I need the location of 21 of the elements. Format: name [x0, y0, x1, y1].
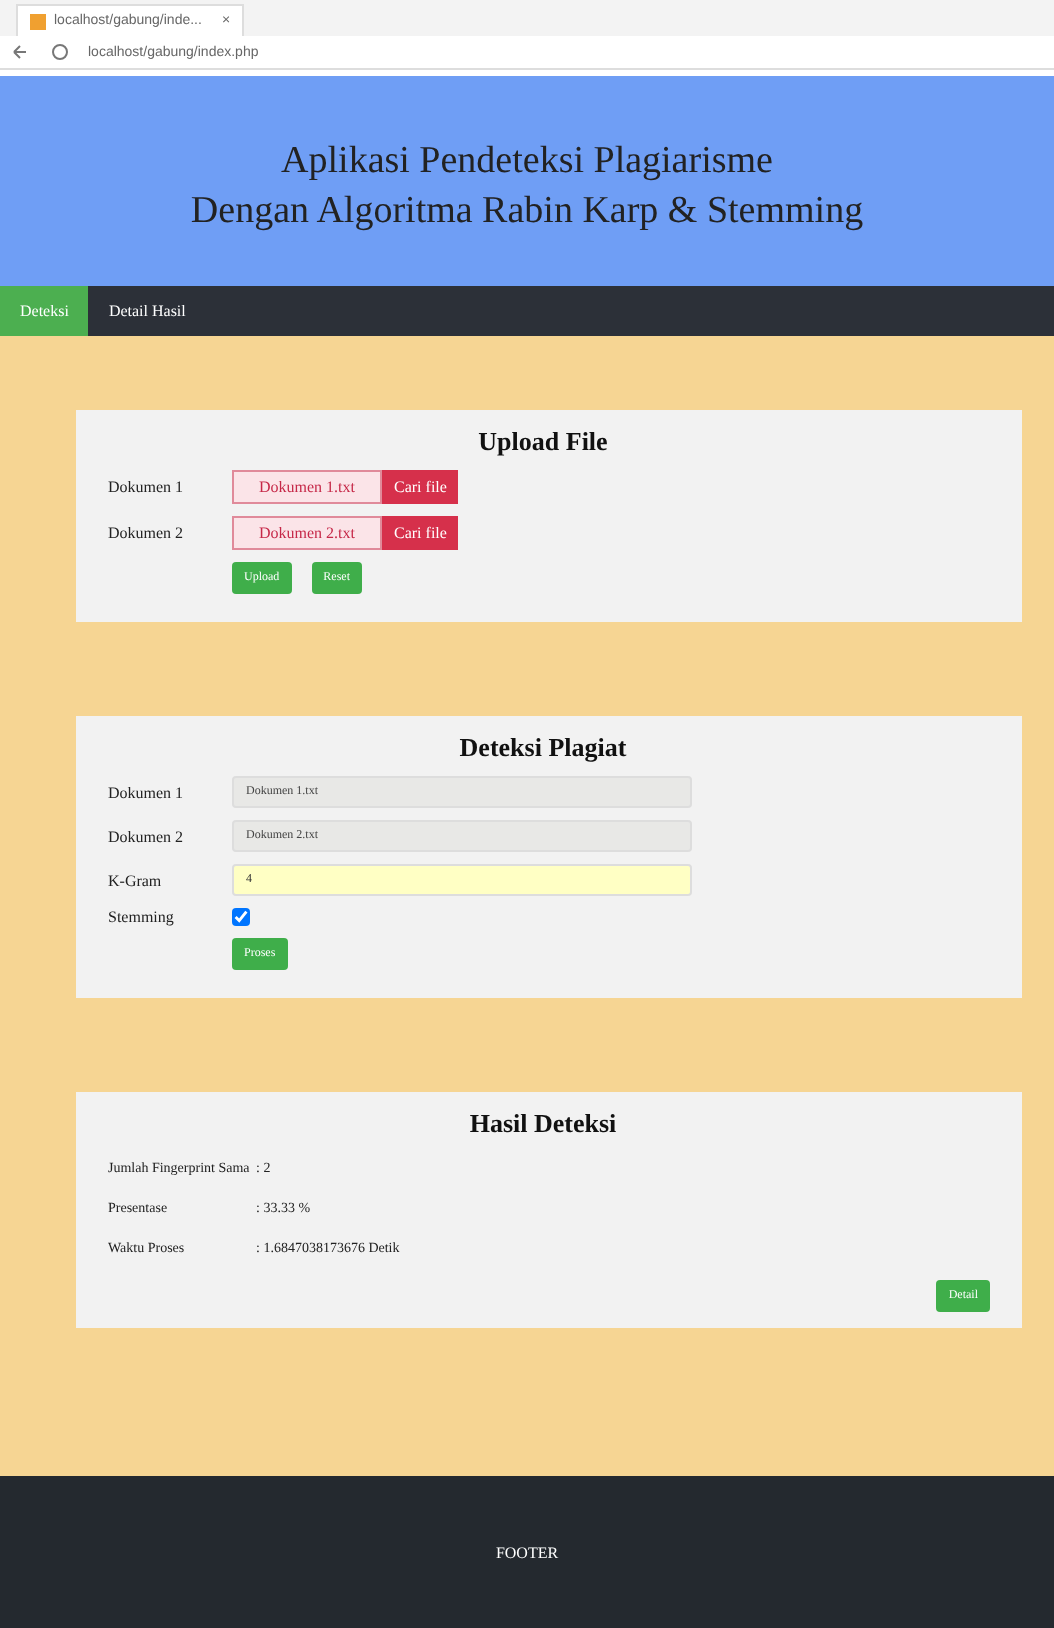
footer-text: FOOTER [495, 1543, 559, 1561]
nav-tab[interactable]: Deteksi [0, 286, 89, 336]
card-title: Deteksi Plagiat [457, 732, 629, 764]
favicon-icon [30, 13, 46, 29]
field-label: Stemming [108, 908, 176, 926]
card-title: Hasil Deteksi [467, 1108, 619, 1140]
navigation-icon[interactable] [12, 42, 72, 62]
file-name-field[interactable]: Dokumen 2.txt [232, 516, 382, 550]
browse-button[interactable]: Cari file [382, 470, 459, 504]
field-label: Dokumen 1 [108, 783, 186, 801]
stemming-checkbox[interactable] [232, 908, 250, 926]
card-title: Upload File [476, 426, 610, 458]
app-title: Aplikasi Pendeteksi Plagiarisme [281, 137, 773, 186]
field-label: Dokumen 2 [108, 524, 186, 542]
app-subtitle: Dengan Algoritma Rabin Karp & Stemming [190, 187, 864, 235]
field-label: K-Gram [108, 871, 164, 889]
field-label: Dokumen 1 [108, 478, 186, 496]
nav-tab[interactable]: Detail Hasil [88, 286, 206, 336]
file-name-field[interactable]: Dokumen 1.txt [232, 470, 382, 504]
browse-button[interactable]: Cari file [382, 516, 459, 550]
field-label: Dokumen 2 [108, 827, 186, 845]
